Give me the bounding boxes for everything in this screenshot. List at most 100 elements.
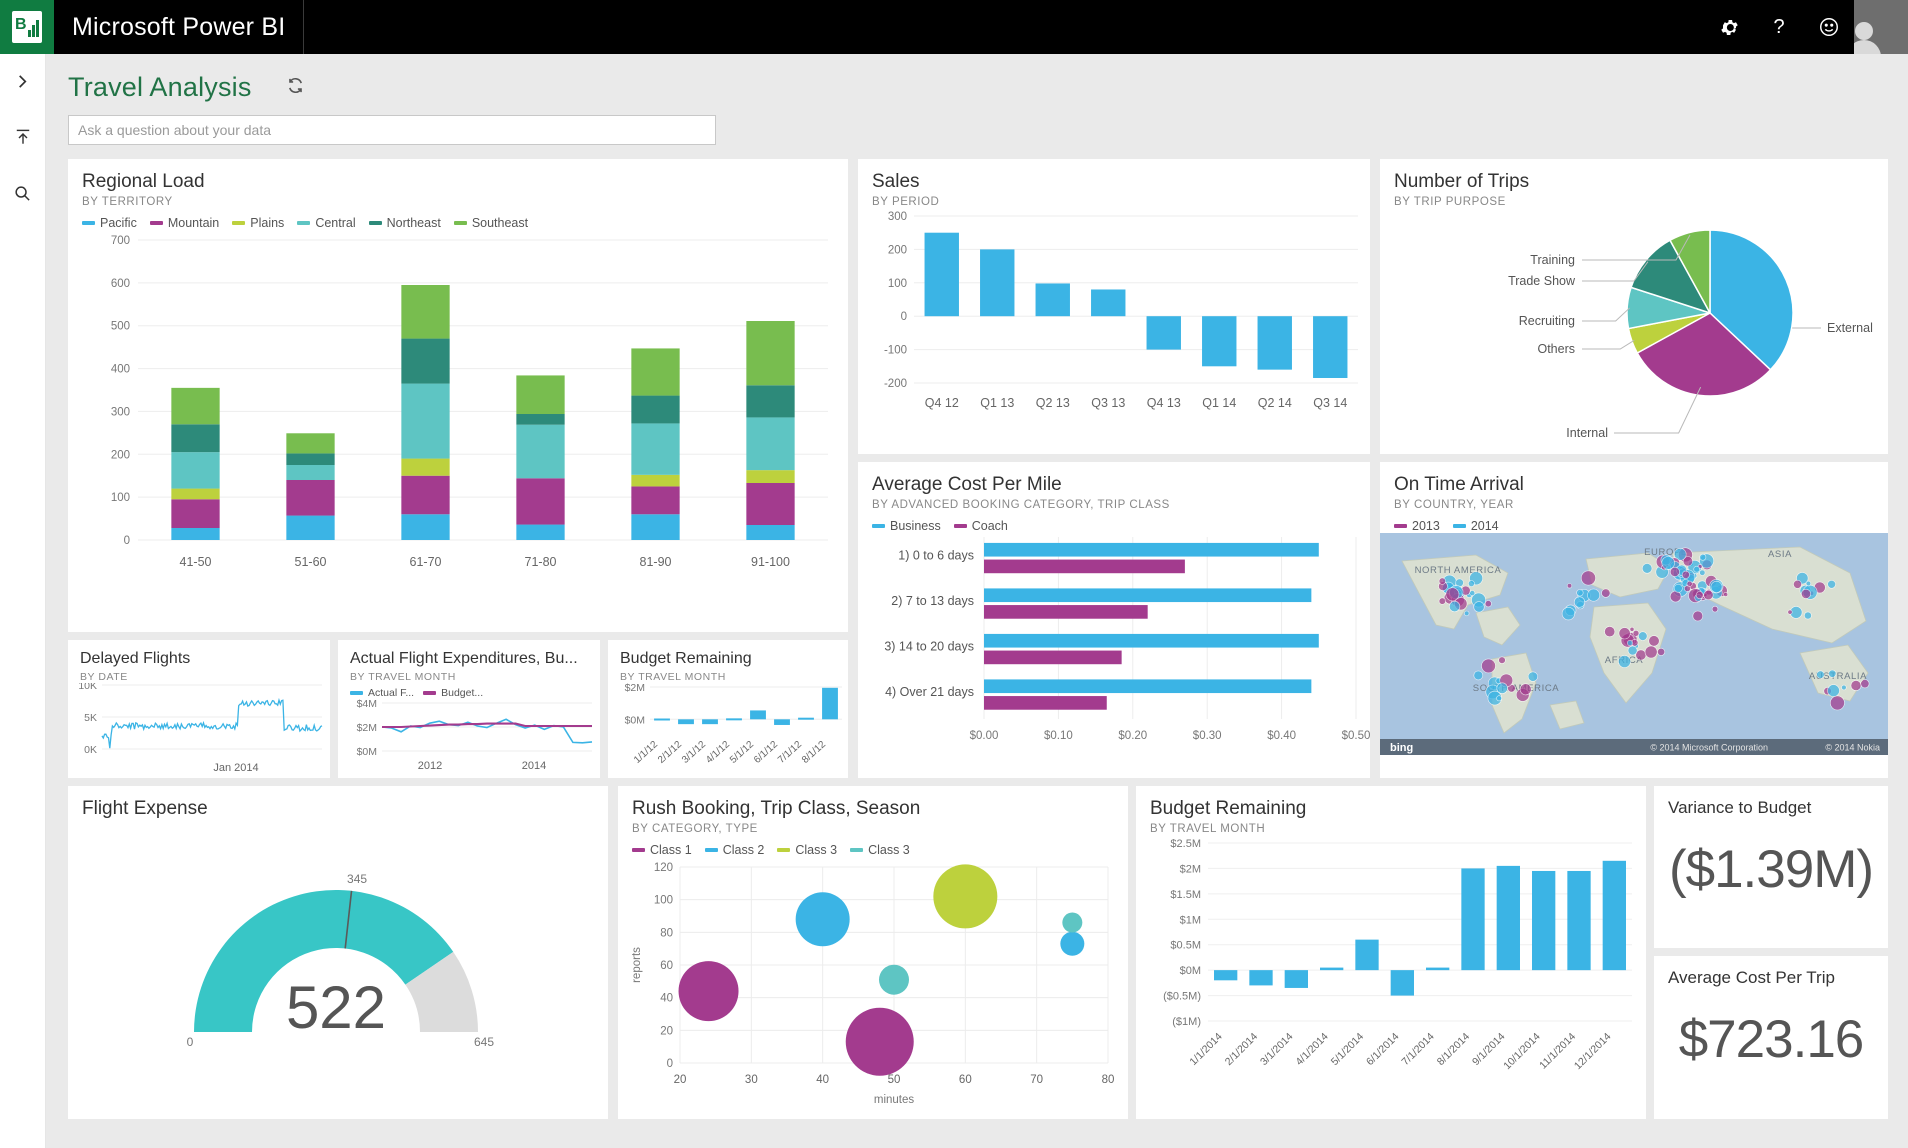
bar-segment[interactable] [401,338,449,383]
bar[interactable] [798,717,814,719]
bar[interactable] [822,687,838,719]
bar-segment[interactable] [631,475,679,487]
bar-segment[interactable] [746,470,794,483]
scatter-bubble[interactable] [1060,932,1084,956]
search-icon[interactable] [6,176,40,210]
bar[interactable] [1147,316,1181,349]
map-data-bubble[interactable] [1694,566,1700,572]
map-data-bubble[interactable] [1499,657,1506,664]
bar-segment[interactable] [401,476,449,515]
scatter-bubble[interactable] [1062,912,1082,932]
bar-segment[interactable] [171,528,219,540]
map-data-bubble[interactable] [1439,598,1446,605]
tile-flight-expense[interactable]: Flight Expense 3450645522 [68,786,608,1119]
upload-arrow-icon[interactable] [6,120,40,154]
map-data-bubble[interactable] [1642,563,1652,573]
map-data-bubble[interactable] [1482,659,1496,673]
bar[interactable] [984,650,1122,664]
tile-sales[interactable]: Sales BY PERIOD -200-1000100200300Q4 12Q… [858,159,1370,454]
bar-segment[interactable] [746,385,794,417]
map-data-bubble[interactable] [1618,655,1630,667]
map-data-bubble[interactable] [1528,672,1538,682]
bar-segment[interactable] [401,285,449,339]
bar-segment[interactable] [516,478,564,524]
bar-segment[interactable] [631,395,679,423]
bar[interactable] [1567,871,1590,970]
bar-segment[interactable] [286,433,334,453]
bar[interactable] [984,543,1319,557]
map-data-bubble[interactable] [1682,571,1689,578]
bar-segment[interactable] [631,486,679,514]
map-data-bubble[interactable] [1470,590,1475,595]
map-data-bubble[interactable] [1474,671,1483,680]
bar-segment[interactable] [286,480,334,516]
bar[interactable] [1249,970,1272,985]
map-data-bubble[interactable] [1861,679,1869,687]
bar-segment[interactable] [746,417,794,470]
map-data-bubble[interactable] [1828,684,1840,696]
bar[interactable] [1497,866,1520,970]
map-data-bubble[interactable] [1804,612,1811,619]
bar-segment[interactable] [516,425,564,479]
bar-segment[interactable] [401,383,449,458]
scatter-bubble[interactable] [879,965,909,995]
map-data-bubble[interactable] [1619,627,1630,638]
bar[interactable] [984,588,1311,602]
bar[interactable] [1355,940,1378,971]
map-data-bubble[interactable] [1567,583,1572,588]
bar-segment[interactable] [746,321,794,385]
bar-segment[interactable] [516,524,564,539]
bar-segment[interactable] [171,488,219,499]
map-data-bubble[interactable] [1464,611,1469,616]
user-avatar-icon[interactable] [1854,0,1908,54]
map-data-bubble[interactable] [1700,554,1706,560]
bar-segment[interactable] [746,483,794,525]
map-data-bubble[interactable] [1449,601,1460,612]
bar[interactable] [1091,289,1125,316]
bar-segment[interactable] [171,452,219,488]
tile-budget-remaining-large[interactable]: Budget Remaining BY TRAVEL MONTH ($1M)($… [1136,786,1646,1119]
scatter-bubble[interactable] [933,864,997,928]
map-data-bubble[interactable] [1842,685,1847,690]
map-data-bubble[interactable] [1630,627,1634,631]
bar-segment[interactable] [516,414,564,425]
map-data-bubble[interactable] [1588,589,1600,601]
map-data-bubble[interactable] [1657,648,1664,655]
bar-segment[interactable] [401,514,449,540]
map-data-bubble[interactable] [1830,696,1844,710]
bar-segment[interactable] [286,465,334,480]
tile-variance-to-budget[interactable]: Variance to Budget ($1.39M) [1654,786,1888,948]
bar[interactable] [984,605,1148,619]
bar-segment[interactable] [171,388,219,424]
map-data-bubble[interactable] [1485,600,1491,606]
map-data-bubble[interactable] [1497,683,1508,694]
map-data-bubble[interactable] [1724,592,1728,596]
map-data-bubble[interactable] [1788,610,1792,614]
bar[interactable] [925,233,959,317]
chevron-right-icon[interactable] [6,64,40,98]
map-data-bubble[interactable] [1806,581,1811,586]
map-data-bubble[interactable] [1851,680,1861,690]
map-data-bubble[interactable] [1628,646,1637,655]
map-data-bubble[interactable] [1645,646,1657,658]
map-data-bubble[interactable] [1693,611,1703,621]
scatter-bubble[interactable] [846,1008,914,1076]
map-data-bubble[interactable] [1602,589,1611,598]
bar[interactable] [984,679,1311,693]
bar[interactable] [1426,967,1449,970]
map-data-bubble[interactable] [1712,606,1718,612]
map-data-bubble[interactable] [1817,671,1825,679]
map-data-bubble[interactable] [1633,630,1639,636]
map-data-bubble[interactable] [1562,607,1575,620]
map-data-bubble[interactable] [1828,580,1836,588]
bar[interactable] [1320,967,1343,970]
bar[interactable] [1202,316,1236,366]
tile-delayed-flights[interactable]: Delayed Flights BY DATE 0K5K10KJan 2014 [68,640,330,778]
bar[interactable] [726,718,742,720]
bar[interactable] [1532,871,1555,970]
map-data-bubble[interactable] [1696,591,1703,598]
map-data-bubble[interactable] [1704,590,1714,600]
bar[interactable] [654,718,670,720]
bar-segment[interactable] [401,458,449,475]
bar[interactable] [1036,283,1070,316]
